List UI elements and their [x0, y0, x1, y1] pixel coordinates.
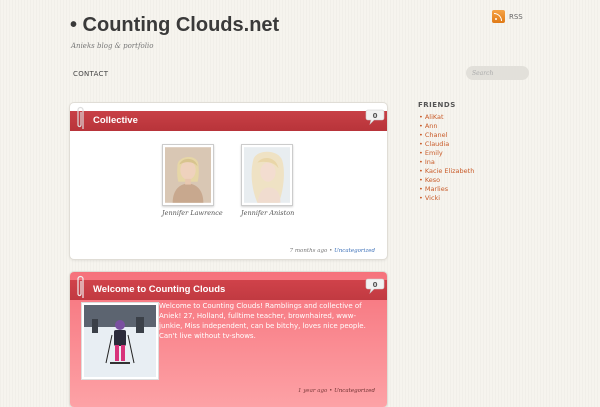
portrait-thumbnail[interactable]	[241, 144, 293, 206]
portrait-thumbnail[interactable]	[162, 144, 214, 206]
post-time: 1 year ago	[297, 388, 328, 394]
post-title[interactable]: Collective	[93, 115, 138, 126]
comment-count: 0	[372, 112, 378, 120]
nav-contact-link[interactable]: CONTACT	[73, 70, 108, 78]
post-excerpt: Welcome to Counting Clouds! Ramblings an…	[159, 302, 366, 340]
rss-link[interactable]: RSS	[492, 10, 523, 23]
friend-link[interactable]: • Vicki	[419, 194, 474, 203]
post-header: Collective 0	[70, 106, 387, 131]
paperclip-icon	[77, 275, 84, 298]
skier-photo-image	[84, 305, 156, 377]
paperclip-icon	[77, 106, 84, 129]
comment-count-bubble[interactable]: 0	[365, 109, 385, 125]
portrait-image	[244, 147, 290, 203]
post-category-link[interactable]: Uncategorized	[334, 388, 375, 394]
comment-count: 0	[372, 281, 378, 289]
friend-link[interactable]: • AliKat	[419, 113, 474, 122]
friends-heading: FRIENDS	[418, 101, 456, 109]
friends-list: • AliKat • Ann • Chanel • Claudia • Emily • In…	[419, 113, 474, 203]
comment-count-bubble[interactable]: 0	[365, 278, 385, 294]
friend-link[interactable]: • Keso	[419, 176, 474, 185]
friend-link[interactable]: • Marlies	[419, 185, 474, 194]
collective-item-jennifer-lawrence[interactable]: Jennifer Lawrence	[162, 144, 223, 217]
search-input[interactable]	[466, 66, 529, 80]
friend-link[interactable]: • Kacie Elizabeth	[419, 167, 474, 176]
item-caption: Jennifer Lawrence	[162, 209, 223, 217]
post-header: Welcome to Counting Clouds 0	[70, 275, 387, 300]
rss-icon	[492, 10, 505, 23]
friend-link[interactable]: • Chanel	[419, 131, 474, 140]
site-title[interactable]: • Counting Clouds.net	[70, 14, 279, 37]
post-meta: 1 year ago • Uncategorized	[298, 388, 375, 394]
collective-item-jennifer-aniston[interactable]: Jennifer Aniston	[241, 144, 294, 217]
post-title[interactable]: Welcome to Counting Clouds	[93, 284, 225, 295]
post-category-link[interactable]: Uncategorized	[334, 248, 375, 254]
post-welcome: Welcome to Counting Clouds 0 Welcome to …	[70, 272, 387, 407]
post-meta: 7 months ago • Uncategorized	[290, 248, 375, 254]
rss-label: RSS	[509, 12, 523, 21]
friend-link[interactable]: • Emily	[419, 149, 474, 158]
site-tagline: Anieks blog & portfolio	[71, 42, 154, 50]
friend-link[interactable]: • Ann	[419, 122, 474, 131]
post-photo[interactable]	[81, 302, 159, 380]
friend-link[interactable]: • Claudia	[419, 140, 474, 149]
post-time: 7 months ago	[289, 248, 328, 254]
portrait-image	[165, 147, 211, 203]
post-collective: Collective 0 Jennifer Lawrence Jennifer …	[70, 103, 387, 259]
item-caption: Jennifer Aniston	[241, 209, 295, 217]
friend-link[interactable]: • Ina	[419, 158, 474, 167]
